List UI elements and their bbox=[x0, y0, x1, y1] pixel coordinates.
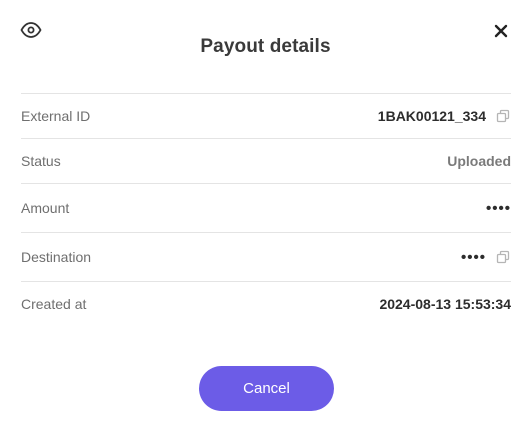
details-list: External ID 1BAK00121_334 Status Uploade… bbox=[21, 93, 511, 326]
cancel-button[interactable]: Cancel bbox=[199, 366, 334, 411]
external-id-value: 1BAK00121_334 bbox=[377, 108, 486, 124]
detail-label: Created at bbox=[21, 296, 87, 312]
status-value: Uploaded bbox=[447, 153, 511, 169]
payout-details-dialog: Payout details External ID 1BAK00121_334… bbox=[0, 0, 531, 436]
detail-row-destination: Destination •••• bbox=[21, 233, 511, 282]
copy-icon[interactable] bbox=[495, 249, 511, 265]
amount-value: •••• bbox=[485, 199, 511, 217]
detail-label: Status bbox=[21, 153, 61, 169]
detail-value: 1BAK00121_334 bbox=[378, 108, 511, 124]
detail-row-amount: Amount •••• bbox=[21, 184, 511, 233]
destination-value: •••• bbox=[460, 248, 486, 266]
copy-icon[interactable] bbox=[495, 108, 511, 124]
dialog-title: Payout details bbox=[200, 36, 331, 57]
detail-row-created-at: Created at 2024-08-13 15:53:34 bbox=[21, 282, 511, 326]
detail-row-status: Status Uploaded bbox=[21, 139, 511, 184]
detail-value: •••• bbox=[461, 249, 511, 266]
detail-label: Destination bbox=[21, 249, 92, 265]
created-at-value: 2024-08-13 15:53:34 bbox=[379, 296, 511, 312]
detail-label: External ID bbox=[21, 108, 91, 124]
detail-row-external-id: External ID 1BAK00121_334 bbox=[21, 94, 511, 139]
detail-label: Amount bbox=[21, 200, 70, 216]
